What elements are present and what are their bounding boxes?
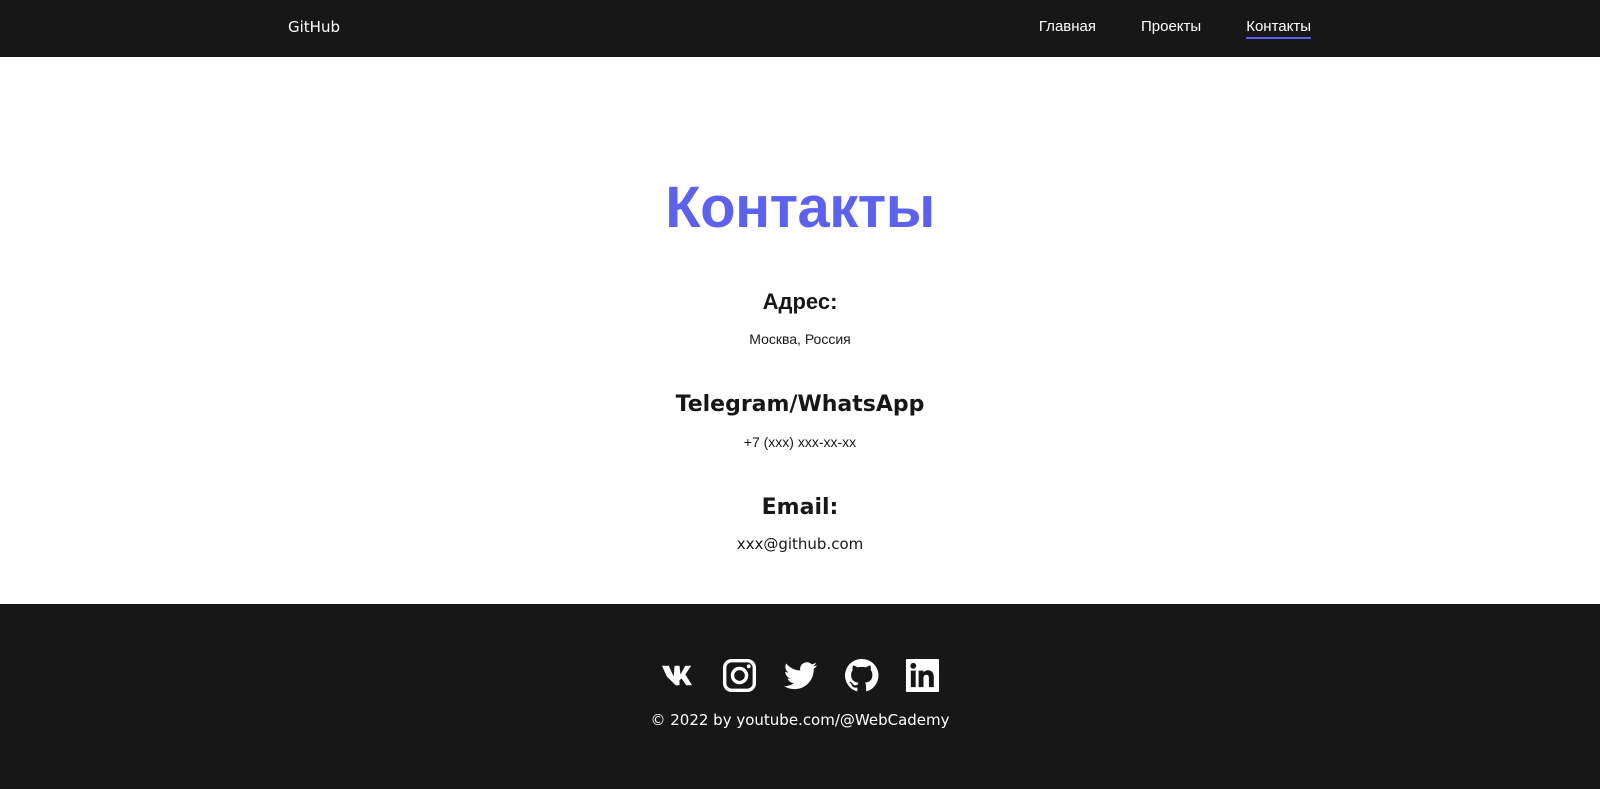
instagram-icon <box>722 658 756 693</box>
github-icon <box>844 658 878 692</box>
navbar: GitHub Главная Проекты Контакты <box>0 0 1600 57</box>
footer: © 2022 by youtube.com/@WebCademy <box>0 604 1600 789</box>
email-heading: Email: <box>761 495 839 520</box>
twitter-icon <box>783 662 817 690</box>
social-twitter[interactable] <box>783 658 818 693</box>
nav-item-contacts: Контакты <box>1246 18 1311 39</box>
social-instagram[interactable] <box>722 658 757 693</box>
phone-value: +7 (xxx) xxx-xx-xx <box>743 434 857 450</box>
linkedin-icon <box>905 658 939 693</box>
nav-menu: Главная Проекты Контакты <box>1039 18 1311 39</box>
messenger-block: Telegram/WhatsApp +7 (xxx) xxx-xx-xx <box>0 392 1600 450</box>
email-value: xxx@github.com <box>736 535 864 553</box>
address-value: Москва, Россия <box>749 331 851 347</box>
messenger-heading: Telegram/WhatsApp <box>675 392 925 417</box>
copyright: © 2022 by youtube.com/@WebCademy <box>650 711 950 729</box>
nav-link-contacts[interactable]: Контакты <box>1246 18 1311 39</box>
vk-icon <box>661 665 692 686</box>
email-block: Email: xxx@github.com <box>0 497 1600 552</box>
address-block: Адрес: Москва, Россия <box>0 289 1600 347</box>
nav-link-home[interactable]: Главная <box>1039 18 1096 37</box>
nav-link-projects[interactable]: Проекты <box>1141 18 1201 37</box>
nav-item-home: Главная <box>1039 18 1096 39</box>
contacts-section: Контакты Адрес: Москва, Россия Telegram/… <box>0 57 1600 604</box>
social-github[interactable] <box>844 658 879 693</box>
logo-link[interactable]: GitHub <box>288 18 340 36</box>
social-links <box>0 658 1600 693</box>
address-heading: Адрес: <box>762 289 838 314</box>
nav-item-projects: Проекты <box>1141 18 1201 39</box>
navbar-inner: GitHub Главная Проекты Контакты <box>0 0 1600 57</box>
social-linkedin[interactable] <box>905 658 940 693</box>
social-vk[interactable] <box>661 658 696 693</box>
page-title: Контакты <box>665 175 935 240</box>
